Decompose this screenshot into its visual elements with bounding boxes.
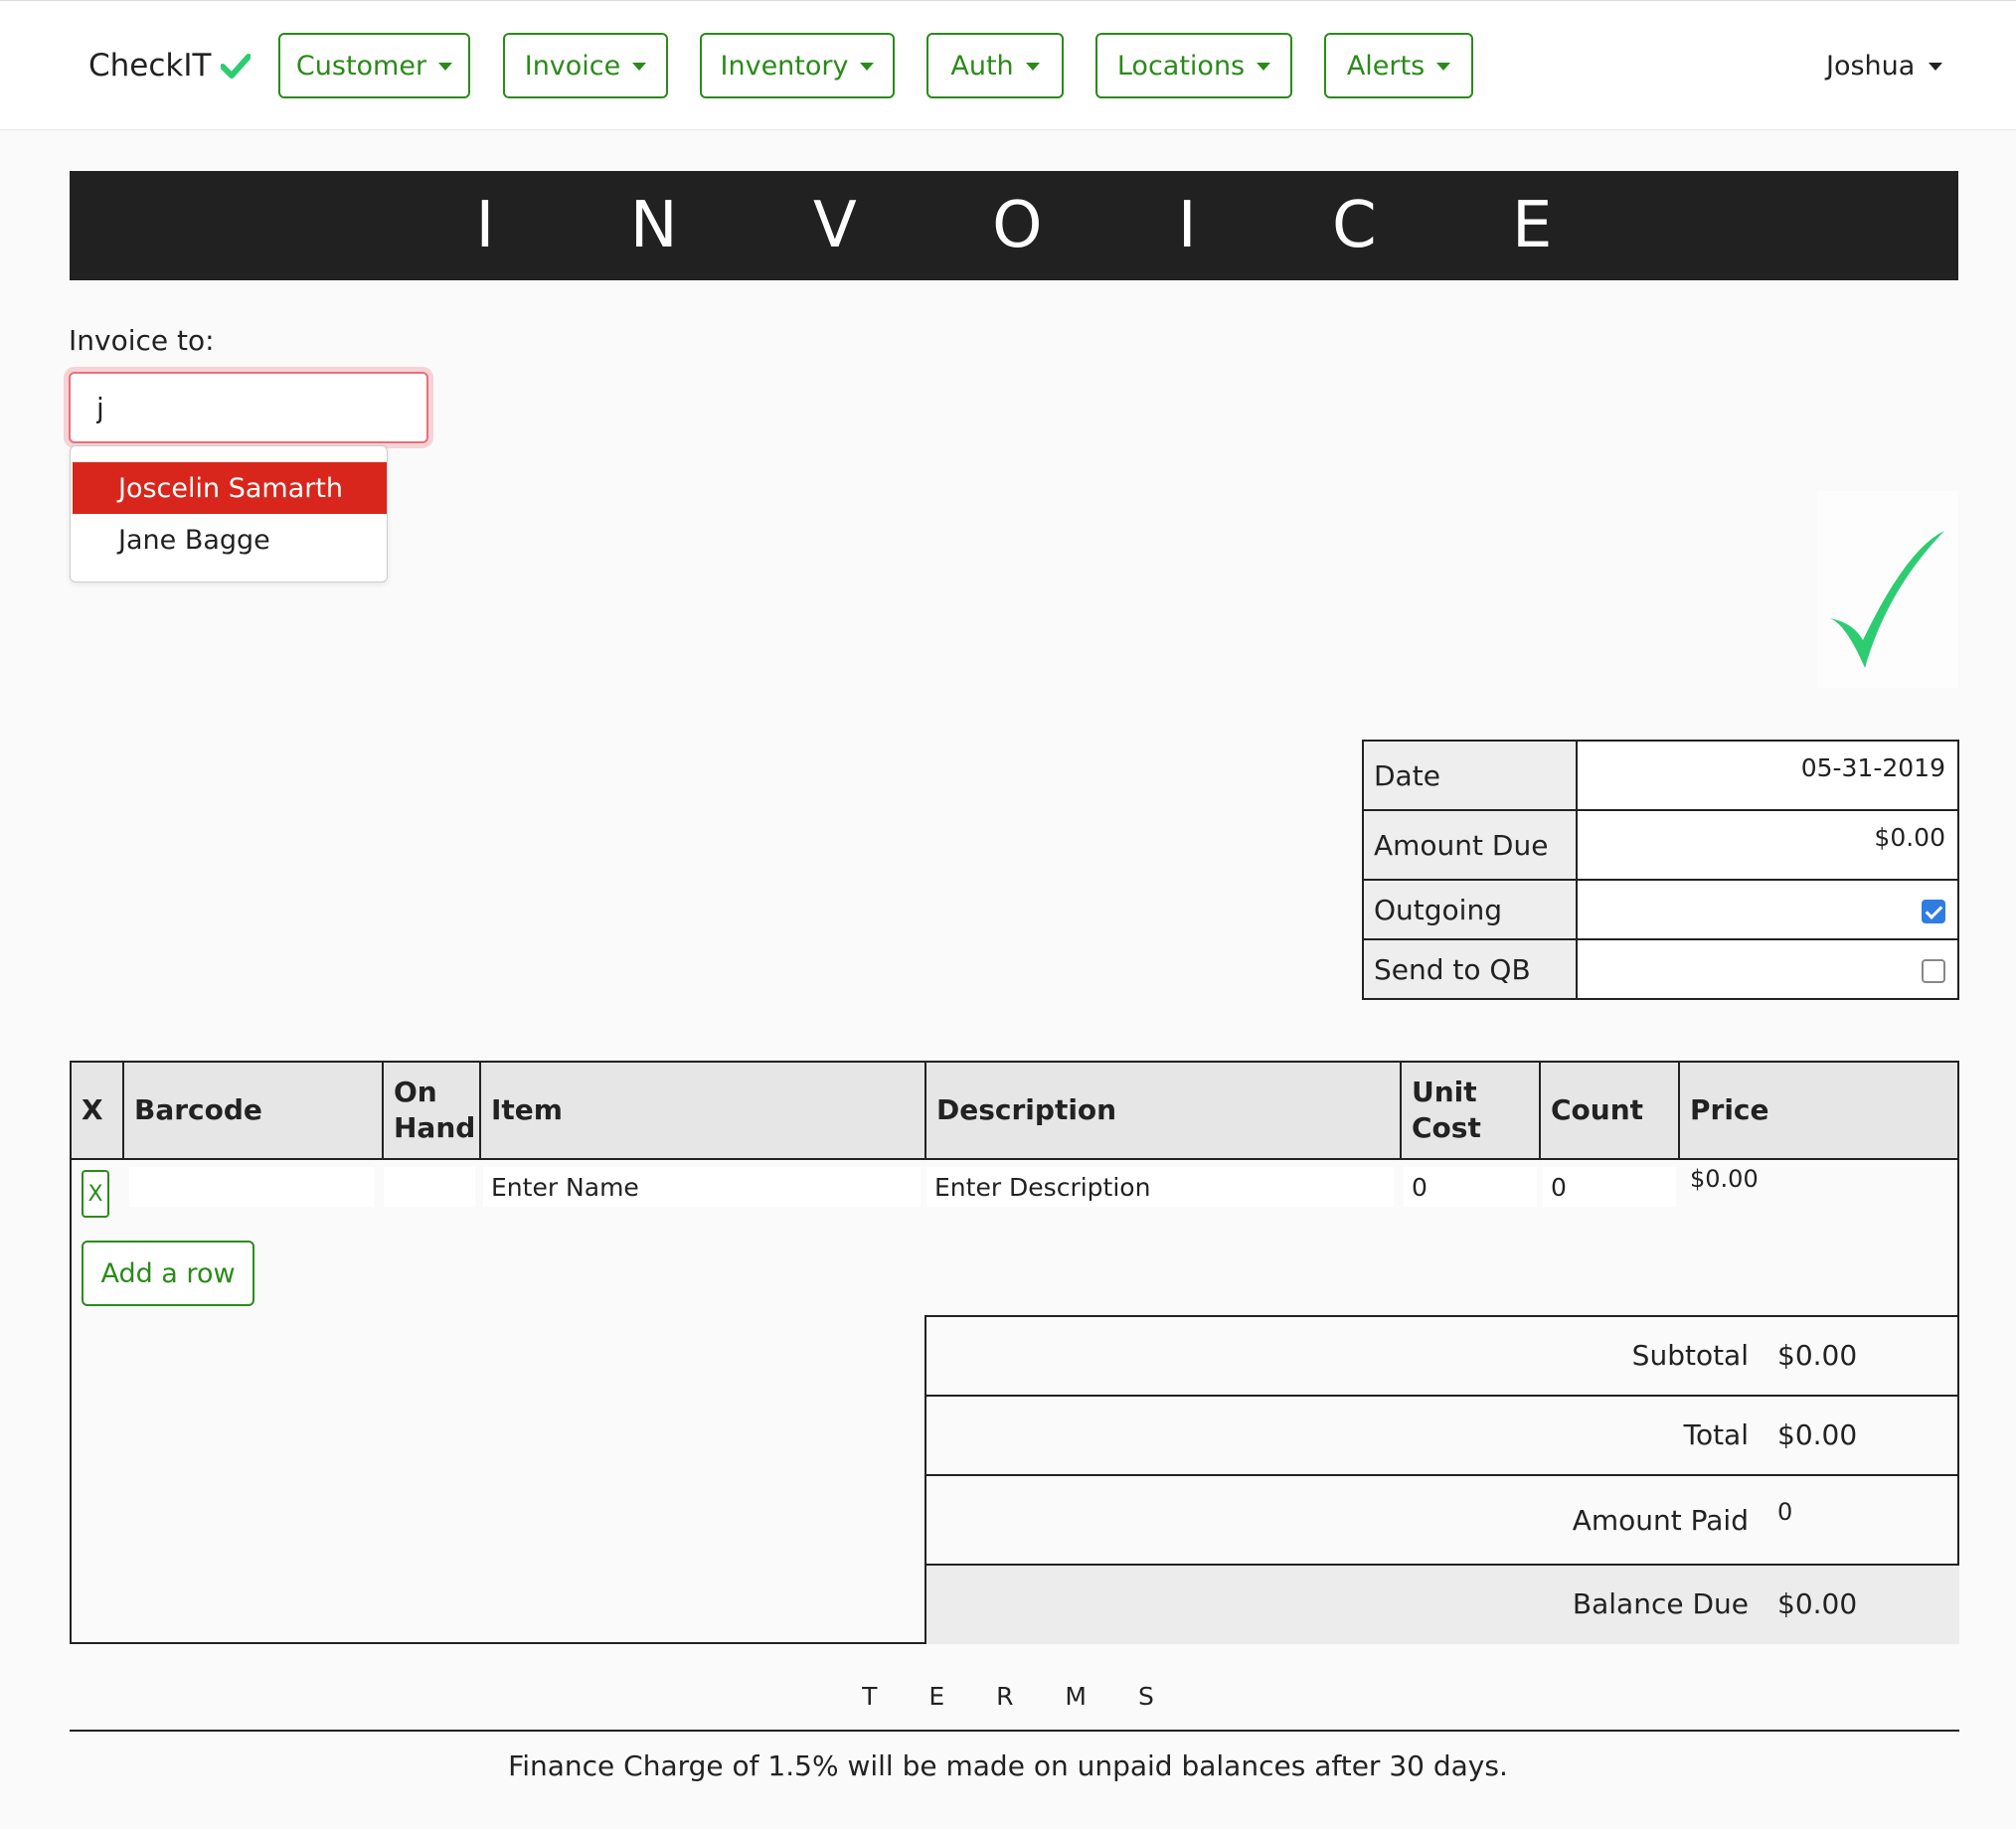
terms-title: T E R M S <box>862 1682 1176 1711</box>
chevron-down-icon <box>1025 63 1040 71</box>
amount-due-label: Amount Due <box>1362 809 1578 881</box>
date-field[interactable]: 05-31-2019 <box>1576 740 1959 811</box>
balance-due-value: $0.00 <box>1777 1587 1858 1620</box>
suggestion-item[interactable]: Joscelin Samarth <box>73 462 387 514</box>
suggestion-item[interactable]: Jane Bagge <box>73 514 387 566</box>
subtotal-label: Subtotal <box>1631 1339 1749 1372</box>
auth-menu-button[interactable]: Auth <box>926 33 1064 98</box>
invoice-to-label: Invoice to: <box>69 324 215 357</box>
chevron-down-icon <box>860 63 875 71</box>
column-header-item: Item <box>481 1063 926 1158</box>
send-to-qb-checkbox[interactable] <box>1922 958 1945 983</box>
customer-suggestions-dropdown: Joscelin Samarth Jane Bagge <box>70 445 388 582</box>
invoice-to-input[interactable] <box>69 372 428 443</box>
add-row-button[interactable]: Add a row <box>82 1241 254 1306</box>
invoice-menu-button[interactable]: Invoice <box>503 33 668 98</box>
invoice-info-table: Date 05-31-2019 Amount Due $0.00 Outgoin… <box>1362 740 1959 1000</box>
outgoing-checkbox[interactable] <box>1922 899 1945 923</box>
send-to-qb-cell <box>1576 938 1959 1000</box>
brand-name: CheckIT <box>88 48 212 83</box>
alerts-menu-label: Alerts <box>1346 50 1426 82</box>
checkit-logo-image <box>1817 491 1958 688</box>
total-label: Total <box>1683 1418 1749 1451</box>
column-header-on-hand: On Hand <box>384 1063 481 1158</box>
price-value: $0.00 <box>1690 1165 1759 1193</box>
column-header-unit-cost: Unit Cost <box>1402 1063 1541 1158</box>
chevron-down-icon <box>1257 63 1271 71</box>
check-icon <box>221 54 252 79</box>
terms-text: Finance Charge of 1.5% will be made on u… <box>508 1749 1508 1782</box>
column-header-barcode: Barcode <box>124 1063 384 1158</box>
balance-due-label: Balance Due <box>1572 1587 1749 1620</box>
user-menu[interactable]: Joshua <box>1826 45 1943 86</box>
column-header-count: Count <box>1541 1063 1680 1158</box>
send-to-qb-label: Send to QB <box>1362 938 1578 1000</box>
barcode-input[interactable] <box>129 1167 374 1207</box>
suggestion-label: Joscelin Samarth <box>118 472 344 504</box>
amount-paid-row: Amount Paid 0 <box>926 1476 1959 1566</box>
customer-menu-label: Customer <box>295 50 427 82</box>
column-header-price: Price <box>1690 1092 1769 1126</box>
locations-menu-label: Locations <box>1116 50 1246 82</box>
count-input[interactable]: 0 <box>1543 1167 1676 1207</box>
chevron-down-icon <box>632 63 647 71</box>
large-check-icon <box>1829 531 1944 668</box>
date-value: 05-31-2019 <box>1800 753 1945 782</box>
line-items-table: X Barcode On Hand Item Description Unit … <box>70 1061 1959 1644</box>
auth-menu-label: Auth <box>950 50 1014 82</box>
inventory-menu-button[interactable]: Inventory <box>700 33 895 98</box>
terms-divider <box>70 1730 1959 1732</box>
invoice-banner: I N V O I C E <box>70 171 1958 280</box>
column-header-x: X <box>72 1063 124 1158</box>
chevron-down-icon <box>438 63 453 71</box>
amount-due-field: $0.00 <box>1576 809 1959 881</box>
total-value: $0.00 <box>1777 1418 1858 1451</box>
outgoing-cell <box>1576 879 1959 940</box>
amount-paid-label: Amount Paid <box>1572 1504 1749 1537</box>
unit-cost-input[interactable]: 0 <box>1404 1167 1537 1207</box>
amount-due-value: $0.00 <box>1874 823 1945 852</box>
inventory-menu-label: Inventory <box>720 50 849 82</box>
navbar: CheckIT Customer Invoice Inventory Auth … <box>0 0 2016 130</box>
suggestion-label: Jane Bagge <box>118 524 270 556</box>
outgoing-label: Outgoing <box>1362 879 1578 940</box>
subtotal-value: $0.00 <box>1777 1339 1858 1372</box>
invoice-menu-label: Invoice <box>524 50 621 82</box>
date-label: Date <box>1362 740 1578 811</box>
remove-row-button[interactable]: X <box>82 1170 109 1218</box>
totals-panel: Subtotal $0.00 Total $0.00 Amount Paid 0… <box>924 1315 1959 1644</box>
chevron-down-icon <box>1929 63 1943 71</box>
on-hand-value <box>384 1167 475 1207</box>
balance-due-row: Balance Due $0.00 <box>926 1566 1959 1644</box>
subtotal-row: Subtotal $0.00 <box>926 1317 1959 1397</box>
description-input[interactable]: Enter Description <box>926 1167 1394 1207</box>
line-items-header: X Barcode On Hand Item Description Unit … <box>72 1063 1957 1160</box>
item-name-input[interactable]: Enter Name <box>483 1167 921 1207</box>
alerts-menu-button[interactable]: Alerts <box>1324 33 1473 98</box>
column-header-description: Description <box>926 1063 1402 1158</box>
customer-menu-button[interactable]: Customer <box>278 33 470 98</box>
total-row: Total $0.00 <box>926 1397 1959 1476</box>
locations-menu-button[interactable]: Locations <box>1095 33 1292 98</box>
user-name: Joshua <box>1826 50 1916 82</box>
brand-logo[interactable]: CheckIT <box>88 45 252 86</box>
chevron-down-icon <box>1436 63 1451 71</box>
amount-paid-input[interactable]: 0 <box>1777 1498 1792 1526</box>
